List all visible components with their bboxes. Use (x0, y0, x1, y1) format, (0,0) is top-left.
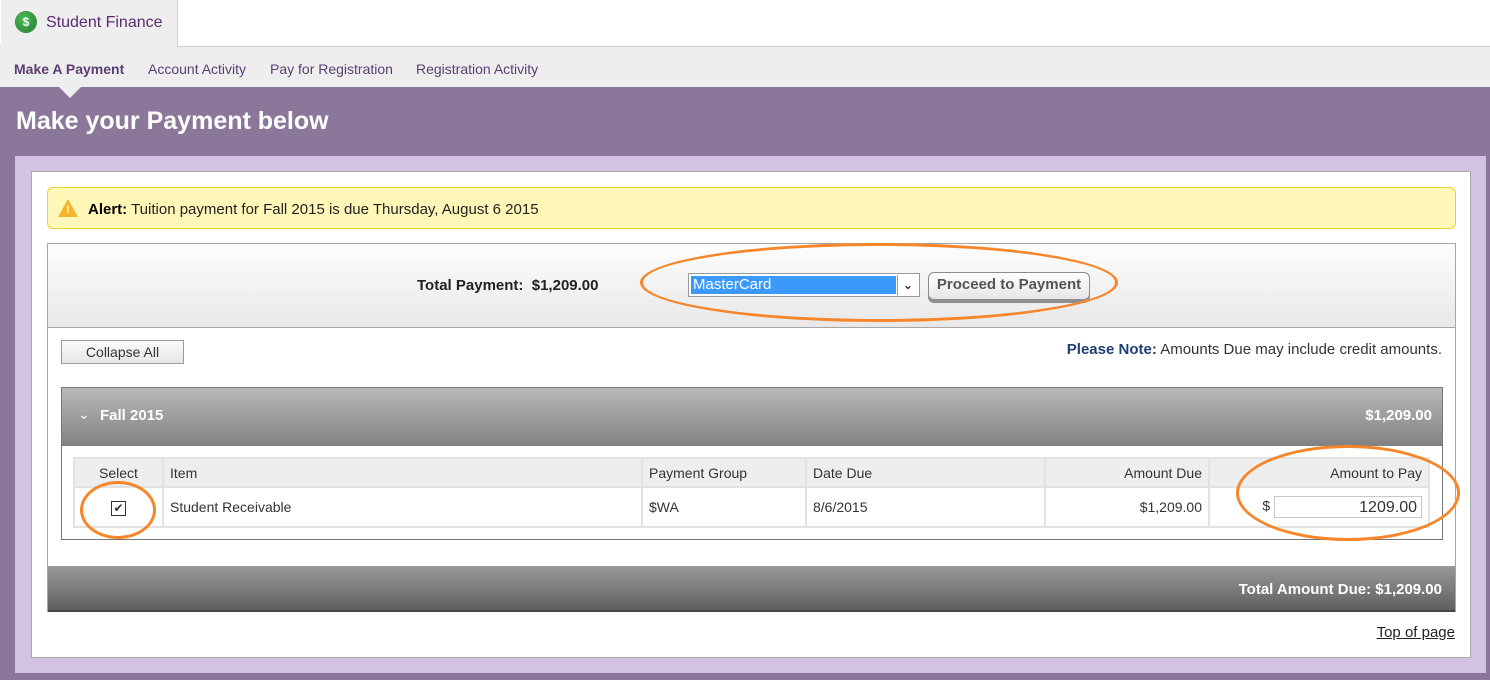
chevron-down-icon[interactable]: ⌄ (897, 275, 918, 295)
nav-registration-activity[interactable]: Registration Activity (416, 61, 538, 77)
payment-panel: Total Payment: $1,209.00 MasterCard ⌄ Pr… (47, 243, 1456, 612)
payment-note: Please Note: Amounts Due may include cre… (1067, 341, 1442, 358)
currency-symbol: $ (1262, 497, 1271, 514)
active-nav-caret (59, 87, 81, 98)
term-group: ⌄ Fall 2015 $1,209.00 Select Item Paymen… (61, 387, 1443, 540)
alert-prefix: Alert: (88, 201, 128, 218)
payment-method-value: MasterCard (691, 276, 896, 294)
tab-label: Student Finance (46, 14, 163, 31)
amount-due-cell: $1,209.00 (1044, 486, 1210, 528)
date-due-cell: 8/6/2015 (805, 486, 1046, 528)
nav-pay-for-registration[interactable]: Pay for Registration (270, 61, 393, 77)
column-header-payment-group: Payment Group (641, 457, 807, 488)
charges-table: Select Item Payment Group Date Due Amoun… (73, 457, 1430, 528)
column-header-amount-due: Amount Due (1044, 457, 1210, 488)
nav-make-a-payment[interactable]: Make A Payment (14, 61, 124, 77)
term-name: Fall 2015 (100, 407, 164, 424)
dollar-coin-icon: $ (16, 12, 36, 32)
payment-group-cell: $WA (641, 486, 807, 528)
warning-icon: ! (58, 199, 78, 217)
chevron-down-icon[interactable]: ⌄ (78, 406, 90, 423)
select-checkbox[interactable]: ✔ (111, 500, 126, 516)
payment-method-select[interactable]: MasterCard ⌄ (688, 273, 920, 297)
payment-bar: Total Payment: $1,209.00 MasterCard ⌄ Pr… (48, 244, 1455, 328)
app-tab-bar: $ Student Finance (0, 0, 1490, 47)
collapse-all-button[interactable]: Collapse All (61, 340, 184, 364)
total-amount-due-bar: Total Amount Due: $1,209.00 (48, 566, 1455, 612)
page-title: Make your Payment below (16, 107, 329, 135)
column-header-select: Select (73, 457, 164, 488)
amount-to-pay-input[interactable]: 1209.00 (1274, 496, 1422, 518)
column-header-date-due: Date Due (805, 457, 1046, 488)
column-header-item: Item (162, 457, 643, 488)
top-of-page-link[interactable]: Top of page (1377, 624, 1455, 641)
table-header-row: Select Item Payment Group Date Due Amoun… (73, 457, 1430, 488)
proceed-to-payment-button[interactable]: Proceed to Payment (928, 272, 1090, 300)
alert-banner: ! Alert: Tuition payment for Fall 2015 i… (47, 187, 1456, 229)
table-row: ✔ Student Receivable $WA 8/6/2015 $1,209… (73, 486, 1430, 528)
tab-student-finance[interactable]: $ Student Finance (1, 0, 178, 47)
alert-message: Tuition payment for Fall 2015 is due Thu… (131, 201, 539, 218)
note-text: Amounts Due may include credit amounts. (1160, 341, 1442, 358)
term-amount: $1,209.00 (1365, 407, 1432, 424)
total-amount-due: Total Amount Due: $1,209.00 (1238, 581, 1442, 598)
total-payment-value: $1,209.00 (531, 277, 599, 294)
nav-account-activity[interactable]: Account Activity (148, 61, 246, 77)
column-header-amount-to-pay: Amount to Pay (1208, 457, 1430, 488)
term-header[interactable]: ⌄ Fall 2015 $1,209.00 (62, 388, 1442, 446)
note-prefix: Please Note: (1066, 341, 1157, 358)
item-cell: Student Receivable (162, 486, 643, 528)
total-payment-label: Total Payment: (417, 277, 524, 294)
sub-navigation: Make A Payment Account Activity Pay for … (0, 47, 1490, 98)
